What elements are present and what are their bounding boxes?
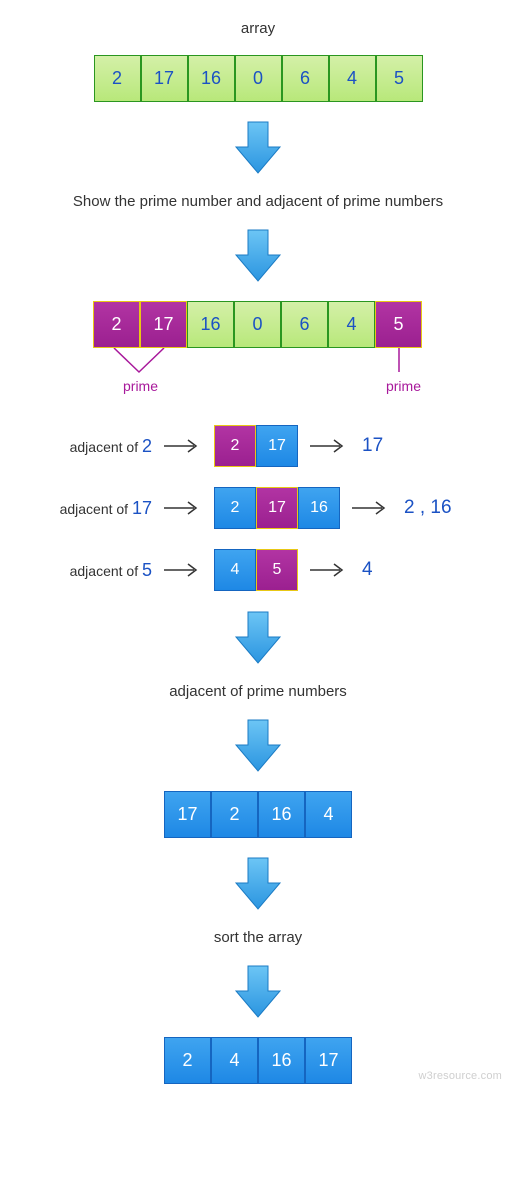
arrow-down-icon — [233, 228, 283, 283]
adjacent-rows-group: adjacent of 221717adjacent of 17217162 ,… — [18, 424, 498, 592]
adjacent-row: adjacent of 17 21716 2 , 16 — [18, 486, 498, 530]
array-adjacent: 172164 — [164, 791, 352, 838]
adjacent-result: 4 — [362, 559, 373, 581]
arrow-down-icon — [233, 856, 283, 911]
array-cell: 17 — [140, 301, 187, 348]
array-cell: 16 — [187, 301, 234, 348]
adjacent-label: adjacent of 2 — [44, 436, 152, 457]
array-cell: 4 — [329, 55, 376, 102]
arrow-down-icon — [233, 610, 283, 665]
array-sorted: 241617 — [164, 1037, 352, 1084]
arrow-right-icon — [308, 560, 350, 580]
array-cell: 2 — [94, 55, 141, 102]
array-cell: 2 — [214, 487, 256, 529]
flowchart: array 217160645 Show the prime number an… — [0, 20, 516, 1084]
array-cell: 17 — [305, 1037, 352, 1084]
array-cell: 17 — [256, 487, 298, 529]
array-cell: 16 — [188, 55, 235, 102]
step-label: adjacent of prime numbers — [169, 683, 347, 700]
arrow-right-icon — [162, 498, 204, 518]
array-cell: 16 — [298, 487, 340, 529]
arrow-right-icon — [308, 436, 350, 456]
array-cell: 4 — [214, 549, 256, 591]
prime-v-lines-icon — [89, 348, 199, 378]
title-label: array — [241, 20, 275, 37]
array-cell: 5 — [256, 549, 298, 591]
array-cell: 2 — [93, 301, 140, 348]
prime-label-right: prime — [386, 378, 421, 394]
arrow-right-icon — [162, 560, 204, 580]
array-cell: 16 — [258, 791, 305, 838]
arrow-down-icon — [233, 964, 283, 1019]
array-cell: 5 — [375, 301, 422, 348]
array-cell: 6 — [282, 55, 329, 102]
adjacent-label: adjacent of 17 — [44, 498, 152, 519]
array-highlighted: 217160645 — [93, 301, 423, 348]
array-cell: 16 — [258, 1037, 305, 1084]
array-cell: 4 — [328, 301, 375, 348]
adjacent-result: 17 — [362, 435, 383, 457]
array-cell: 0 — [235, 55, 282, 102]
prime-indicator-group: prime prime — [93, 348, 423, 376]
adjacent-cells: 45 — [214, 549, 298, 591]
adjacent-row: adjacent of 5454 — [18, 548, 498, 592]
array-cell: 2 — [211, 791, 258, 838]
array-cell: 4 — [305, 791, 352, 838]
array-initial: 217160645 — [94, 55, 423, 102]
array-cell: 17 — [164, 791, 211, 838]
array-cell: 17 — [141, 55, 188, 102]
adjacent-cells: 217 — [214, 425, 298, 467]
prime-line-icon — [375, 348, 423, 378]
adjacent-result: 2 , 16 — [404, 497, 452, 519]
array-cell: 0 — [234, 301, 281, 348]
array-cell: 6 — [281, 301, 328, 348]
arrow-down-icon — [233, 718, 283, 773]
array-cell: 4 — [211, 1037, 258, 1084]
adjacent-row: adjacent of 221717 — [18, 424, 498, 468]
adjacent-cells: 21716 — [214, 487, 340, 529]
array-cell: 5 — [376, 55, 423, 102]
prime-label-left: prime — [123, 378, 158, 394]
adjacent-label: adjacent of 5 — [44, 560, 152, 581]
arrow-right-icon — [162, 436, 204, 456]
array-cell: 2 — [164, 1037, 211, 1084]
watermark: w3resource.com — [419, 1070, 503, 1082]
array-cell: 17 — [256, 425, 298, 467]
arrow-down-icon — [233, 120, 283, 175]
arrow-right-icon — [350, 498, 392, 518]
array-cell: 2 — [214, 425, 256, 467]
step-label: sort the array — [214, 929, 302, 946]
step-label: Show the prime number and adjacent of pr… — [73, 193, 443, 210]
